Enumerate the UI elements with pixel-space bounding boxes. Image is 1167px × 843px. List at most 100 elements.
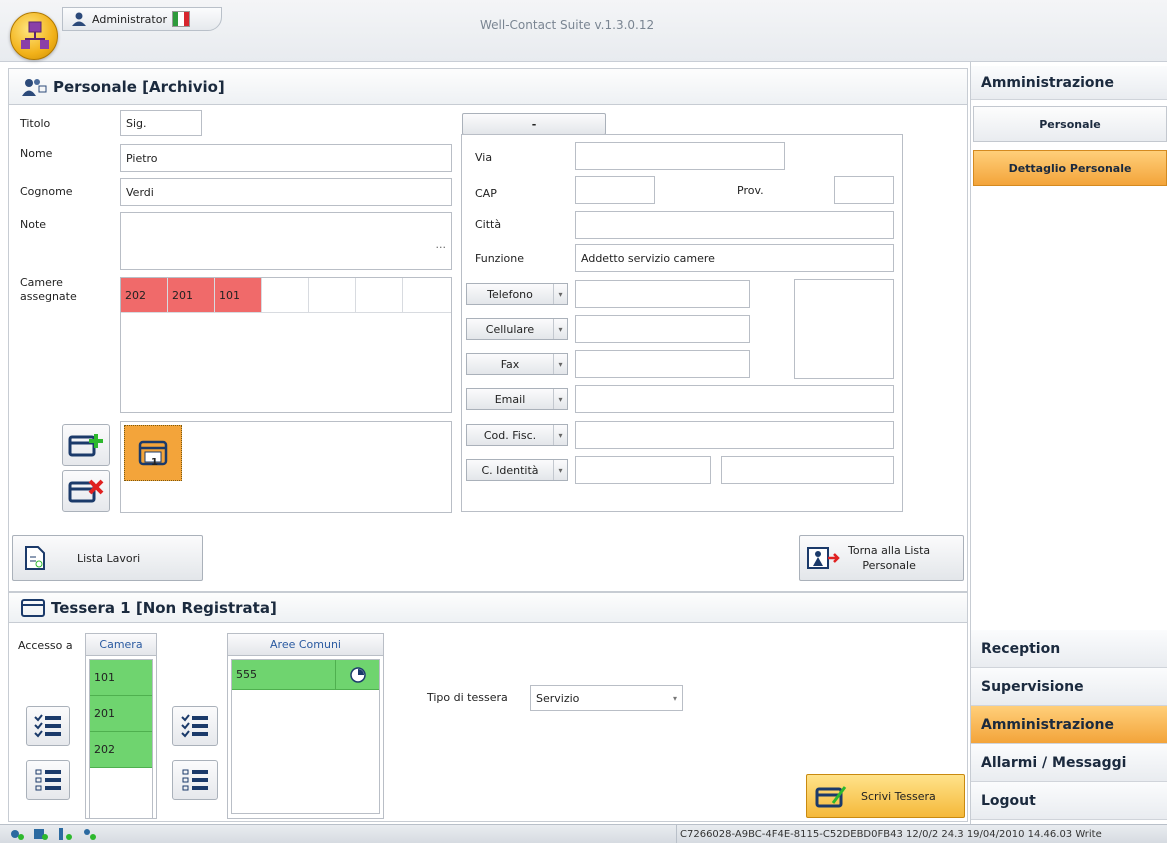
room-cell[interactable] <box>403 278 451 312</box>
user-icon <box>72 12 86 26</box>
identita-number-field[interactable] <box>721 456 894 484</box>
schedule-icon[interactable] <box>335 659 379 690</box>
tessera-header: Tessera 1 [Non Registrata] <box>9 593 967 623</box>
tessera-title: Tessera 1 [Non Registrata] <box>51 598 277 617</box>
torna-lista-button[interactable]: Torna alla Lista Personale <box>799 535 964 581</box>
scrivi-tessera-button[interactable]: Scrivi Tessera <box>806 774 965 818</box>
list-item[interactable]: 202 <box>90 732 152 768</box>
aree-list[interactable]: Aree Comuni 555 <box>227 633 384 819</box>
telefono-field[interactable] <box>575 280 750 308</box>
note-expand-button[interactable]: ... <box>436 238 447 251</box>
remove-card-button[interactable] <box>62 470 110 512</box>
funzione-label: Funzione <box>475 252 524 265</box>
room-cell[interactable]: 202 <box>121 278 168 312</box>
status-icons <box>8 827 98 841</box>
phone-type-label: C. Identità <box>481 463 539 477</box>
chevron-down-icon: ▾ <box>553 460 567 480</box>
nav-reception[interactable]: Reception <box>971 630 1167 668</box>
nome-field[interactable]: Pietro <box>120 144 452 172</box>
fax-field[interactable] <box>575 350 750 378</box>
sidebar-item-personale[interactable]: Personale <box>973 106 1167 142</box>
add-card-button[interactable] <box>62 424 110 466</box>
lista-lavori-label: Lista Lavori <box>77 551 141 565</box>
chevron-down-icon: ▾ <box>553 319 567 339</box>
room-cell[interactable]: 201 <box>168 278 215 312</box>
list-icon <box>182 769 208 791</box>
list-item[interactable]: 201 <box>90 696 152 732</box>
citta-field[interactable] <box>575 211 894 239</box>
user-badge[interactable]: Administrator <box>62 7 222 31</box>
list-item[interactable]: 555 <box>232 659 379 690</box>
deselect-all-areas-button[interactable] <box>172 760 218 800</box>
card-tile[interactable]: 1 <box>124 425 182 481</box>
nome-label: Nome <box>20 147 53 160</box>
note-field[interactable]: ... <box>120 212 452 270</box>
nav-amministrazione[interactable]: Amministrazione <box>971 706 1167 744</box>
nav-allarmi[interactable]: Allarmi / Messaggi <box>971 744 1167 782</box>
card-icon <box>21 598 45 617</box>
deselect-all-rooms-button[interactable] <box>26 760 70 800</box>
chevron-down-icon: ▾ <box>553 284 567 304</box>
nav-supervisione[interactable]: Supervisione <box>971 668 1167 706</box>
funzione-field[interactable]: Addetto servizio camere <box>575 244 894 272</box>
room-cell[interactable] <box>309 278 356 312</box>
titolo-label: Titolo <box>20 117 51 130</box>
room-cell[interactable] <box>262 278 309 312</box>
cod-fisc-field[interactable] <box>575 421 894 449</box>
camere-label-line2: assegnate <box>20 290 77 303</box>
contact-tab[interactable]: - <box>462 113 606 135</box>
phone-type-dropdown[interactable]: C. Identità ▾ <box>466 459 568 481</box>
prov-field[interactable] <box>834 176 894 204</box>
status-sun-icon <box>11 830 24 840</box>
phone-type-dropdown[interactable]: Fax ▾ <box>466 353 568 375</box>
phone-type-dropdown[interactable]: Cellulare ▾ <box>466 318 568 340</box>
people-icon <box>22 78 47 96</box>
card-remove-icon <box>68 479 104 503</box>
user-name: Administrator <box>92 12 167 26</box>
cap-field[interactable] <box>575 176 655 204</box>
write-card-icon <box>815 786 847 808</box>
select-all-areas-button[interactable] <box>172 706 218 746</box>
status-database-icon <box>34 829 48 840</box>
email-field[interactable] <box>575 385 894 413</box>
torna-line2: Personale <box>862 559 916 572</box>
titolo-field[interactable]: Sig. <box>120 110 202 136</box>
card-number: 1 <box>151 457 158 468</box>
torna-line1: Torna alla Lista <box>848 544 931 557</box>
camere-label: Camere assegnate <box>20 276 77 304</box>
cellulare-field[interactable] <box>575 315 750 343</box>
sidebar-item-dettaglio[interactable]: Dettaglio Personale <box>973 150 1167 186</box>
back-to-list-icon <box>807 547 840 569</box>
phone-type-dropdown[interactable]: Email ▾ <box>466 388 568 410</box>
lista-lavori-button[interactable]: Lista Lavori <box>12 535 203 581</box>
citta-label: Città <box>475 218 502 231</box>
camera-list[interactable]: Camera 101 201 202 <box>85 633 157 819</box>
personale-header: Personale [Archivio] <box>9 69 967 105</box>
camere-grid[interactable]: 202 201 101 <box>120 277 452 413</box>
torna-lista-label: Torna alla Lista Personale <box>848 543 930 573</box>
cards-list: 1 <box>120 421 452 513</box>
list-item[interactable]: 101 <box>90 660 152 696</box>
prov-label: Prov. <box>737 184 764 197</box>
room-cell[interactable]: 101 <box>215 278 262 312</box>
phone-type-dropdown[interactable]: Telefono ▾ <box>466 283 568 305</box>
room-cell[interactable] <box>356 278 403 312</box>
work-list-icon <box>25 546 45 570</box>
via-label: Via <box>475 151 493 164</box>
accesso-label: Accesso a <box>18 639 73 652</box>
status-device-icon <box>59 828 72 840</box>
app-orb-button[interactable] <box>10 12 58 60</box>
app-title: Well-Contact Suite v.1.3.0.12 <box>480 18 655 32</box>
nav-logout[interactable]: Logout <box>971 782 1167 820</box>
via-field[interactable] <box>575 142 785 170</box>
chevron-down-icon: ▾ <box>553 389 567 409</box>
photo-box[interactable] <box>794 279 894 379</box>
phone-type-label: Cod. Fisc. <box>483 428 537 442</box>
identita-field[interactable] <box>575 456 711 484</box>
phone-type-dropdown[interactable]: Cod. Fisc. ▾ <box>466 424 568 446</box>
select-all-rooms-button[interactable] <box>26 706 70 746</box>
status-text: C7266028-A9BC-4F4E-8115-C52DEBD0FB43 12/… <box>676 825 1167 843</box>
tipo-tessera-value: Servizio <box>536 691 580 705</box>
tipo-tessera-select[interactable]: Servizio ▾ <box>530 685 683 711</box>
cognome-field[interactable]: Verdi <box>120 178 452 206</box>
